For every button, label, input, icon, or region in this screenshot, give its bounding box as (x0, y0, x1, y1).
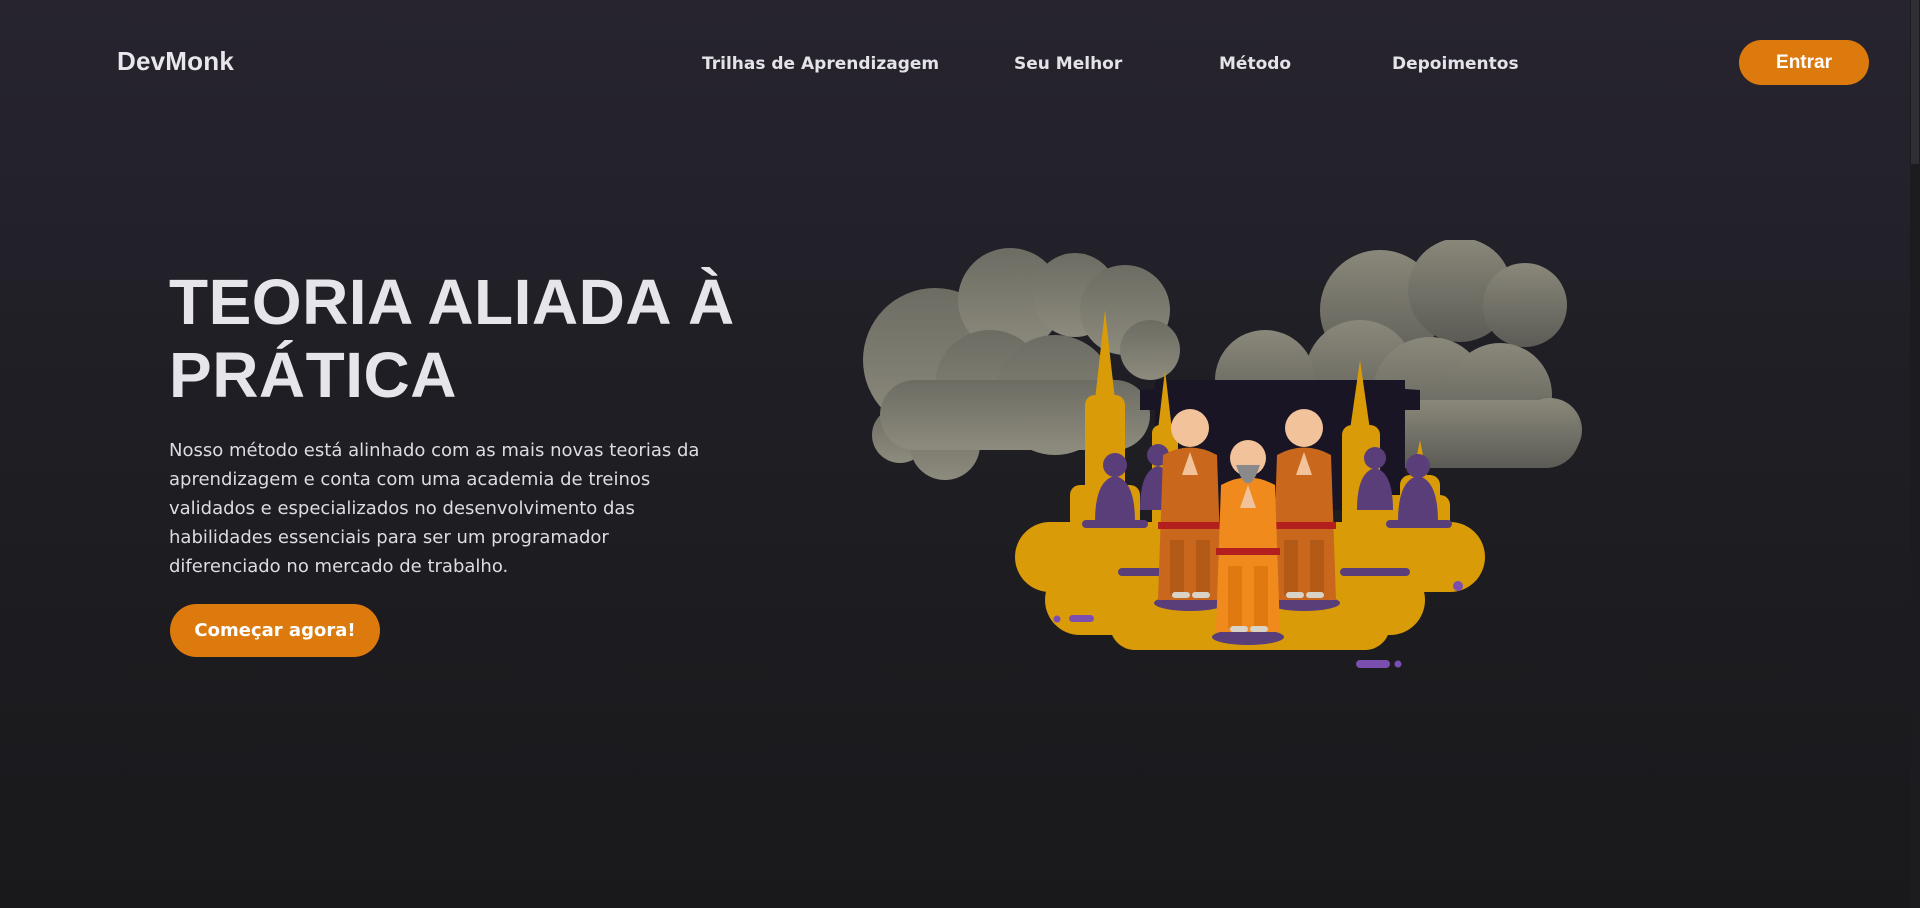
nav-link-trilhas[interactable]: Trilhas de Aprendizagem (702, 54, 939, 74)
monks-temple-illustration (863, 240, 1582, 668)
nav-link-metodo[interactable]: Método (1219, 54, 1291, 74)
nav-link-seu-melhor[interactable]: Seu Melhor (1014, 54, 1122, 74)
hero-description: Nosso método está alinhado com as mais n… (169, 440, 700, 577)
login-button[interactable]: Entrar (1739, 40, 1869, 85)
cloud-left (863, 248, 1180, 480)
hero-title: TEORIA ALIADA À PRÁTICA (169, 266, 735, 411)
logo[interactable]: DevMonk (117, 46, 234, 77)
nav-link-depoimentos[interactable]: Depoimentos (1392, 54, 1519, 74)
navbar: DevMonk Trilhas de Aprendizagem Seu Melh… (0, 0, 1910, 120)
scrollbar-thumb[interactable] (1911, 0, 1919, 164)
start-now-button[interactable]: Começar agora! (170, 604, 380, 657)
